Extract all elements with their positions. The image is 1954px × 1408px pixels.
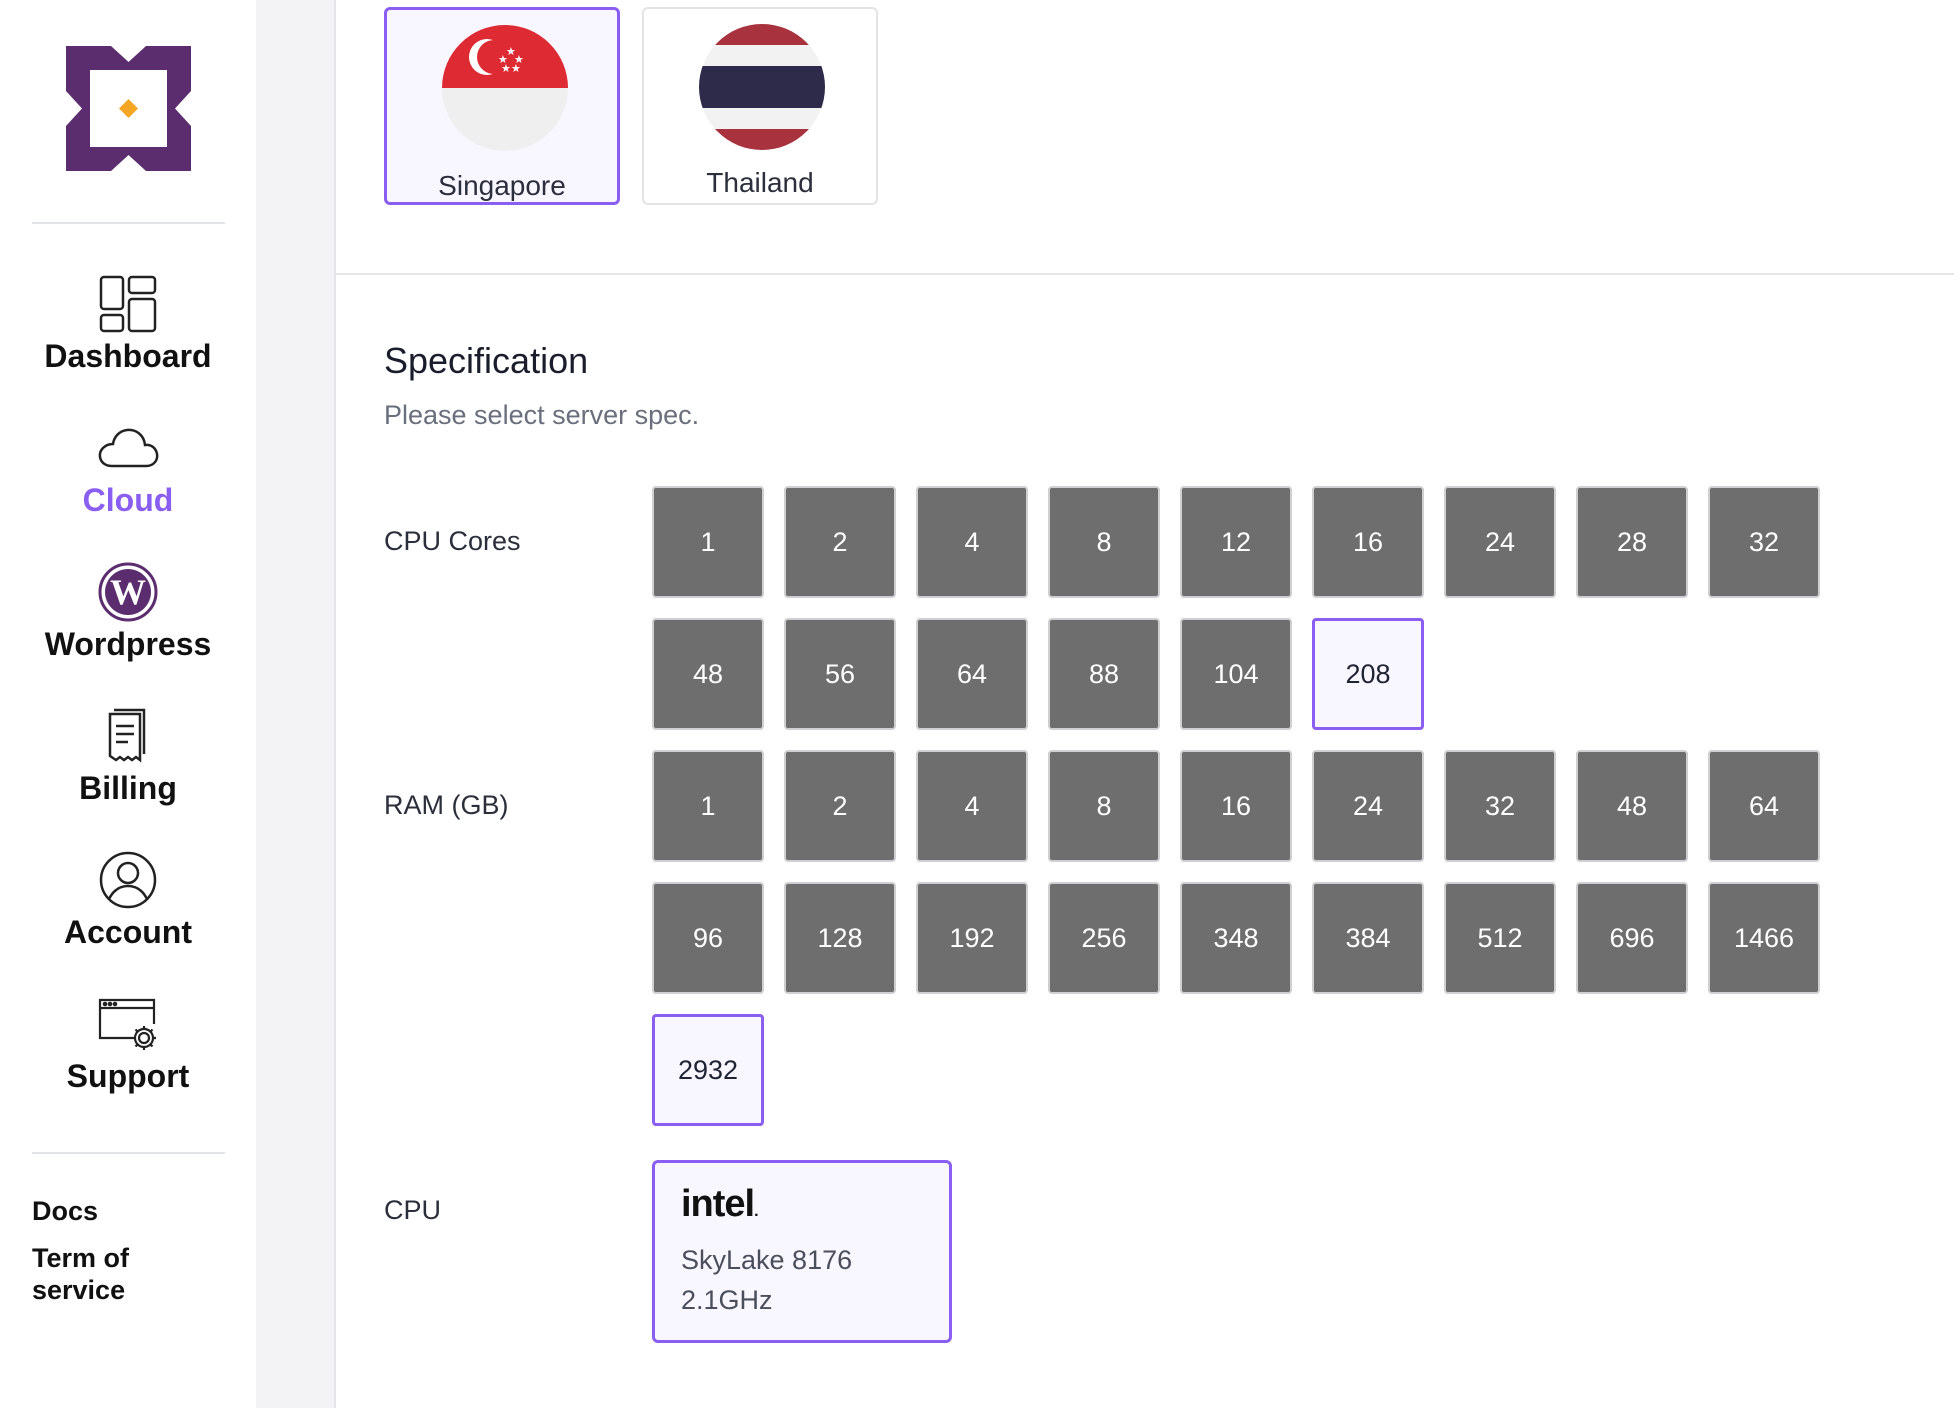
cpu-cores-option[interactable]: 24 bbox=[1444, 486, 1556, 598]
page-gutter bbox=[256, 0, 336, 1408]
cpu-cores-option[interactable]: 48 bbox=[652, 618, 764, 730]
wordpress-icon: W bbox=[98, 562, 158, 622]
sidebar-divider-top bbox=[32, 222, 225, 224]
ram-option[interactable]: 24 bbox=[1312, 750, 1424, 862]
svg-text:★: ★ bbox=[501, 62, 511, 75]
nav-item-account[interactable]: Account bbox=[0, 848, 256, 968]
ram-options: 1 2 4 8 16 24 32 48 64 96 128 192 256 348 384 512 696 146… bbox=[652, 750, 1820, 1126]
nav-label-dashboard: Dashboard bbox=[44, 338, 212, 374]
nav-item-billing[interactable]: Billing bbox=[0, 704, 256, 824]
section-divider bbox=[336, 273, 1954, 275]
thailand-flag-icon bbox=[699, 24, 825, 150]
cpu-cores-option[interactable]: 88 bbox=[1048, 618, 1160, 730]
spec-title: Specification bbox=[384, 340, 589, 381]
ram-option[interactable]: 64 bbox=[1708, 750, 1820, 862]
cpu-label: CPU bbox=[384, 1195, 442, 1225]
ram-option[interactable]: 8 bbox=[1048, 750, 1160, 862]
docs-link[interactable]: Docs bbox=[32, 1195, 98, 1227]
ram-option[interactable]: 16 bbox=[1180, 750, 1292, 862]
cpu-cores-option[interactable]: 28 bbox=[1576, 486, 1688, 598]
main-content: ★ ★ ★ ★ ★ Singapore Thailand Specificati… bbox=[336, 0, 1954, 1408]
cpu-cores-option[interactable]: 104 bbox=[1180, 618, 1292, 730]
cpu-frequency: 2.1GHz bbox=[681, 1285, 773, 1315]
cpu-cores-label: CPU Cores bbox=[384, 526, 521, 556]
nav-item-wordpress[interactable]: W Wordpress bbox=[0, 560, 256, 680]
nav-label-billing: Billing bbox=[79, 770, 177, 806]
nav-label-support: Support bbox=[66, 1058, 190, 1094]
user-circle-icon bbox=[99, 851, 157, 909]
nav-label-wordpress: Wordpress bbox=[44, 626, 212, 662]
receipt-icon bbox=[108, 708, 146, 763]
nav-label-cloud: Cloud bbox=[82, 482, 174, 518]
cpu-cores-option[interactable]: 208 bbox=[1312, 618, 1424, 730]
cpu-cores-option[interactable]: 12 bbox=[1180, 486, 1292, 598]
nav-item-dashboard[interactable]: Dashboard bbox=[0, 272, 256, 392]
nav-item-support[interactable]: Support bbox=[0, 992, 256, 1112]
cpu-cores-option[interactable]: 64 bbox=[916, 618, 1028, 730]
region-card-singapore[interactable]: ★ ★ ★ ★ ★ Singapore bbox=[384, 7, 620, 205]
svg-text:★: ★ bbox=[511, 62, 521, 75]
cpu-cores-option[interactable]: 56 bbox=[784, 618, 896, 730]
sidebar-divider-bottom bbox=[32, 1152, 225, 1154]
ram-option[interactable]: 1466 bbox=[1708, 882, 1820, 994]
dashboard-icon bbox=[99, 275, 157, 333]
ram-option[interactable]: 4 bbox=[916, 750, 1028, 862]
cpu-cores-option[interactable]: 8 bbox=[1048, 486, 1160, 598]
ram-option[interactable]: 1 bbox=[652, 750, 764, 862]
ram-option[interactable]: 696 bbox=[1576, 882, 1688, 994]
region-name-thailand: Thailand bbox=[706, 167, 814, 198]
intel-logo: intel. bbox=[681, 1183, 759, 1225]
svg-text:W: W bbox=[110, 572, 146, 612]
ram-option[interactable]: 48 bbox=[1576, 750, 1688, 862]
terms-link[interactable]: Term of service bbox=[32, 1242, 192, 1306]
ram-option[interactable]: 192 bbox=[916, 882, 1028, 994]
cpu-cores-option[interactable]: 2 bbox=[784, 486, 896, 598]
sidebar: Dashboard Cloud W Wordpress Billing Acco… bbox=[0, 0, 256, 1408]
cpu-model: SkyLake 8176 bbox=[681, 1245, 853, 1275]
cpu-cores-options: 1 2 4 8 12 16 24 28 32 48 56 64 88 104 208 bbox=[652, 486, 1820, 730]
ram-option[interactable]: 32 bbox=[1444, 750, 1556, 862]
cpu-cores-option[interactable]: 16 bbox=[1312, 486, 1424, 598]
spec-subtitle: Please select server spec. bbox=[384, 400, 700, 430]
ram-option[interactable]: 96 bbox=[652, 882, 764, 994]
ram-option[interactable]: 128 bbox=[784, 882, 896, 994]
brand-logo[interactable] bbox=[66, 46, 191, 171]
ram-option[interactable]: 2 bbox=[784, 750, 896, 862]
cloud-icon bbox=[98, 428, 159, 468]
ram-option[interactable]: 256 bbox=[1048, 882, 1160, 994]
region-card-thailand[interactable]: Thailand bbox=[642, 7, 878, 205]
cpu-cores-option[interactable]: 4 bbox=[916, 486, 1028, 598]
nav-label-account: Account bbox=[64, 914, 192, 950]
ram-option[interactable]: 2932 bbox=[652, 1014, 764, 1126]
cpu-cores-option[interactable]: 1 bbox=[652, 486, 764, 598]
ram-option[interactable]: 512 bbox=[1444, 882, 1556, 994]
singapore-flag-icon: ★ ★ ★ ★ ★ bbox=[442, 25, 568, 151]
nav-item-cloud[interactable]: Cloud bbox=[0, 416, 256, 536]
region-name-singapore: Singapore bbox=[438, 170, 566, 201]
ram-label: RAM (GB) bbox=[384, 790, 509, 820]
browser-gear-icon bbox=[98, 998, 156, 1050]
cpu-cores-option[interactable]: 32 bbox=[1708, 486, 1820, 598]
ram-option[interactable]: 348 bbox=[1180, 882, 1292, 994]
ram-option[interactable]: 384 bbox=[1312, 882, 1424, 994]
cpu-option-intel[interactable]: intel. SkyLake 8176 2.1GHz bbox=[652, 1160, 952, 1343]
